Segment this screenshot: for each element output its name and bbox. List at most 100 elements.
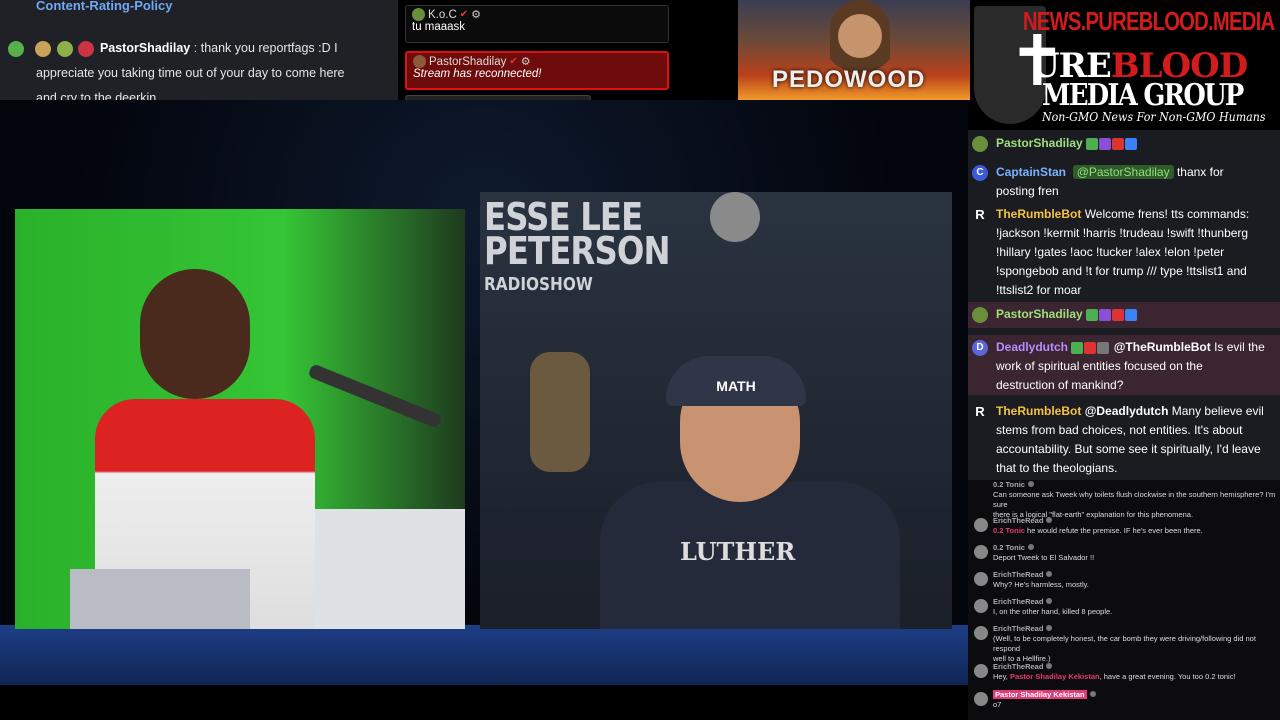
chat-username[interactable]: TheRumbleBot — [996, 207, 1081, 221]
chat-text: !hillary !gates !aoc !tucker !alex !elon… — [996, 245, 1225, 259]
chat-row: C CaptainStan @PastorShadilay thanx for … — [968, 163, 1280, 201]
status-icon — [1046, 571, 1053, 577]
camera-left — [15, 209, 465, 629]
avatar — [412, 8, 425, 21]
badge-icon — [78, 40, 95, 57]
chat-username[interactable]: ErichTheRead — [993, 516, 1043, 525]
gear-icon[interactable]: ⚙ — [521, 55, 531, 68]
chat-username[interactable]: PastorShadilay — [100, 41, 190, 55]
logo-line2: MEDIA GROUP — [1042, 78, 1244, 113]
chat-text: destruction of mankind? — [996, 378, 1124, 392]
chat-text: he would refute the premise. IF he's eve… — [1027, 526, 1203, 535]
chat-username[interactable]: CaptainStan — [996, 165, 1066, 179]
badge-icon — [1125, 308, 1138, 321]
chat-row: ErichTheRead 0.2 Tonic he would refute t… — [968, 516, 1280, 536]
chat-text: Can someone ask Tweek why toilets flush … — [993, 490, 1276, 509]
logo-tagline: Non-GMO News For Non-GMO Humans — [1042, 110, 1266, 124]
badge-icon — [1099, 308, 1112, 321]
chat-row: R TheRumbleBot Welcome frens! tts comman… — [968, 205, 1280, 300]
chat-row: PastorShadilay — [968, 134, 1280, 154]
badge-icon — [56, 40, 73, 57]
secondary-chat: 0.2 Tonic Can someone ask Tweek why toil… — [968, 480, 1280, 720]
chat-text: that to the theologians. — [996, 461, 1118, 475]
status-icon — [1089, 691, 1096, 697]
status-icon — [1046, 517, 1053, 523]
user-badges — [8, 36, 96, 61]
chat-row: ErichTheRead Hey, Pastor Shadilay Kekist… — [968, 662, 1280, 682]
microphone-icon — [530, 352, 590, 472]
chat-username[interactable]: ErichTheRead — [993, 624, 1043, 633]
promo-banner: PEDOWOOD — [738, 0, 970, 100]
chat-username[interactable]: ErichTheRead — [993, 597, 1043, 606]
mini-chat-username[interactable]: K.o.C — [428, 9, 457, 21]
chat-username[interactable]: ErichTheRead — [993, 570, 1043, 579]
badge-icon — [1112, 308, 1125, 321]
badge-icon — [1125, 137, 1138, 150]
badge-icon — [1112, 137, 1125, 150]
chat-username[interactable]: 0.2 Tonic — [993, 480, 1025, 489]
chat-row: 0.2 Tonic Can someone ask Tweek why toil… — [968, 480, 1280, 520]
chat-row: ErichTheRead Why? He's harmless, mostly. — [968, 570, 1280, 590]
verified-icon: ✔ — [509, 56, 518, 67]
mini-chat-text: Stream has reconnected! — [413, 68, 542, 80]
desk — [315, 509, 465, 629]
avatar — [974, 572, 988, 586]
chat-row: Pastor Shadilay Kekistan o7 — [968, 690, 1280, 710]
avatar — [974, 518, 988, 532]
chat-text: accountability. But some see it spiritua… — [996, 442, 1261, 456]
chat-mention[interactable]: 0.2 Tonic — [993, 526, 1025, 535]
camera-right: ESSE LEE PETERSON RADIOSHOW LUTHER MATH — [480, 192, 952, 629]
avatar — [974, 664, 988, 678]
avatar: D — [972, 340, 988, 356]
stage-floor — [0, 625, 968, 685]
avatar — [972, 307, 988, 323]
chat-text: thanx for — [1176, 165, 1224, 179]
status-icon — [1046, 625, 1053, 631]
pepe-icon — [8, 40, 24, 57]
chat-username[interactable]: PastorShadilay — [996, 307, 1083, 321]
chat-username[interactable]: 0.2 Tonic — [993, 543, 1025, 552]
chat-row: R TheRumbleBot @Deadlydutch Many believe… — [968, 402, 1280, 478]
chat-username[interactable]: Deadlydutch — [996, 340, 1068, 354]
chat-text: appreciate you taking time out of your d… — [36, 66, 345, 81]
mini-chat-username[interactable]: PastorShadilay — [429, 56, 506, 68]
chat-text: I, on the other hand, killed 8 people. — [993, 607, 1113, 616]
microphone-icon — [710, 192, 760, 242]
chat-username[interactable]: Pastor Shadilay Kekistan — [993, 690, 1087, 699]
badge-icon — [1071, 341, 1084, 354]
chat-text: work of spiritual entities focused on th… — [996, 359, 1203, 373]
chat-message: PastorShadilay : thank you reportfags :D… — [8, 36, 388, 100]
chat-username[interactable]: ErichTheRead — [993, 662, 1043, 671]
chat-row: PastorShadilay — [968, 302, 1280, 328]
chat-username[interactable]: PastorShadilay — [996, 136, 1083, 150]
badge-icon — [1086, 308, 1099, 321]
guest-figure: LUTHER MATH — [600, 356, 900, 629]
mini-chat-alert: PastorShadilay ✔ ⚙ Stream has reconnecte… — [405, 51, 669, 90]
video-player[interactable]: ESSE LEE PETERSON RADIOSHOW LUTHER MATH — [0, 100, 968, 685]
show-brand: ESSE LEE PETERSON RADIOSHOW — [484, 198, 671, 302]
chat-text: and cry to the deerkin — [36, 91, 157, 100]
chat-username[interactable]: TheRumbleBot — [996, 404, 1081, 418]
guest-cap: MATH — [666, 356, 806, 406]
chat-text: Many believe evil — [1171, 404, 1264, 418]
badge-icon — [1084, 341, 1097, 354]
avatar — [974, 545, 988, 559]
show-brand-line3: RADIOSHOW — [484, 274, 593, 295]
status-icon — [1027, 481, 1034, 487]
chat-mention[interactable]: @Deadlydutch — [1085, 404, 1169, 418]
promo-banner-text: PEDOWOOD — [772, 66, 926, 93]
status-icon — [1046, 598, 1053, 604]
content-rating-policy-link[interactable]: Content-Rating-Policy — [36, 0, 173, 13]
chat-text: Is evil the — [1214, 340, 1265, 354]
chat-mention[interactable]: @TheRumbleBot — [1114, 340, 1211, 354]
chat-text: Hey, — [993, 672, 1008, 681]
top-left-chat: Content-Rating-Policy PastorShadilay : t… — [0, 0, 398, 100]
chat-mention[interactable]: @PastorShadilay — [1072, 165, 1174, 179]
badge-icon — [1097, 341, 1110, 354]
chat-text: Welcome frens! tts commands: — [1084, 207, 1250, 221]
gear-icon[interactable]: ⚙ — [471, 8, 481, 21]
status-icon — [1027, 544, 1034, 550]
hoodie-text: LUTHER — [680, 537, 796, 566]
microphone-icon — [307, 363, 443, 429]
chat-mention[interactable]: Pastor Shadilay Kekistan — [1010, 672, 1100, 681]
